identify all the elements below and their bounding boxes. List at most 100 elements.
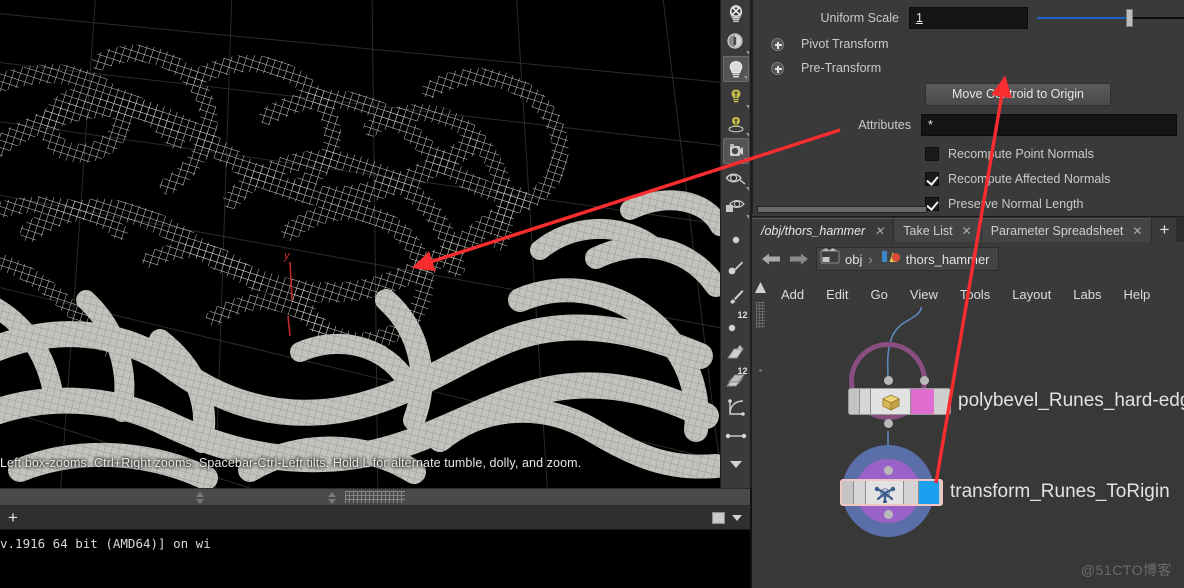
attributes-label: Attributes (858, 118, 911, 132)
node-label: transform_Runes_ToRigin (950, 481, 1170, 502)
recompute-point-normals-row[interactable]: Recompute Point Normals (753, 142, 1184, 166)
camera-tool-icon[interactable] (722, 138, 749, 164)
tab-obj-thors-hammer[interactable]: /obj/thors_hammer ✕ (752, 218, 894, 242)
visibility-icon[interactable] (722, 164, 750, 192)
tab-close-icon[interactable]: ✕ (1132, 224, 1142, 238)
recompute-point-normals-label: Recompute Point Normals (948, 147, 1094, 161)
menu-item-add[interactable]: Add (770, 283, 815, 305)
network-menu-bar[interactable]: Add Edit Go View Tools Layout Labs Help (770, 282, 1184, 306)
node-label: polybevel_Runes_hard-edg (958, 390, 1184, 411)
recompute-affected-normals-checkbox[interactable] (925, 172, 939, 186)
console-tab-bar[interactable]: + (0, 506, 750, 530)
viewport-splitter[interactable] (0, 488, 750, 506)
add-pane-tab-button[interactable]: + (1152, 218, 1177, 242)
multi-point-icon[interactable]: 12 (722, 310, 750, 338)
recompute-affected-normals-label: Recompute Affected Normals (948, 172, 1111, 186)
console-add-tab-button[interactable]: + (0, 507, 26, 529)
measure-tool-icon[interactable] (722, 422, 750, 450)
nav-back-icon[interactable] (760, 250, 782, 268)
view-tool-icon[interactable] (722, 56, 749, 82)
parameter-pane: Uniform Scale 1 Pivot Transform Pre-Tran… (752, 0, 1184, 214)
attributes-input[interactable]: * (921, 114, 1177, 136)
geometry-object-icon (879, 248, 901, 270)
node-second-input-port[interactable] (920, 376, 929, 385)
paint-tool-icon[interactable] (722, 254, 750, 282)
breadcrumb[interactable]: obj › thors_hammer (752, 242, 1184, 276)
tab-close-icon[interactable]: ✕ (874, 224, 884, 238)
select-tool-icon[interactable] (722, 0, 750, 28)
menu-item-help[interactable]: Help (1112, 283, 1161, 305)
watermark: @51CTO博客 (1080, 562, 1172, 578)
paste-tool-icon[interactable] (722, 338, 750, 366)
polybevel-box-icon (871, 389, 911, 414)
network-scroll-up-icon[interactable] (754, 280, 767, 296)
console-menu-caret-icon[interactable] (732, 514, 742, 521)
node-input-port[interactable] (884, 376, 893, 385)
houdini-window: y Left box-zooms. Ctrl+Right zooms. Spac… (0, 0, 1184, 588)
splitter-down-arrow-left[interactable] (196, 499, 204, 504)
console-tabbar-controls[interactable] (712, 511, 750, 524)
more-tools-icon[interactable] (722, 450, 750, 478)
breadcrumb-item-obj[interactable]: obj (845, 252, 862, 267)
splitter-grip[interactable] (345, 491, 405, 503)
scene-viewport[interactable]: y Left box-zooms. Ctrl+Right zooms. Spac… (0, 0, 720, 488)
point-snap-icon[interactable] (722, 226, 750, 254)
tab-parameter-spreadsheet[interactable]: Parameter Spreadsheet ✕ (981, 218, 1152, 242)
recompute-affected-normals-row[interactable]: Recompute Affected Normals (753, 167, 1184, 191)
obj-context-icon (820, 248, 840, 270)
pivot-transform-expand-icon[interactable] (770, 37, 784, 51)
node-input-port[interactable] (884, 466, 893, 475)
network-editor[interactable]: polybevel_Runes_hard-edg transform_Runes… (770, 307, 1184, 588)
light-tool-icon[interactable] (722, 82, 750, 110)
breadcrumb-item-thors-hammer[interactable]: thors_hammer (906, 252, 990, 267)
preserve-normal-length-label: Preserve Normal Length (948, 197, 1084, 211)
breadcrumb-path[interactable]: obj › thors_hammer (816, 247, 999, 271)
pivot-transform-row[interactable]: Pivot Transform (753, 32, 1184, 56)
uniform-scale-input[interactable]: 1 (908, 7, 1029, 29)
tab-close-icon[interactable]: ✕ (962, 224, 972, 238)
recompute-point-normals-checkbox[interactable] (925, 147, 939, 161)
menu-item-tools[interactable]: Tools (949, 283, 1001, 305)
move-centroid-to-origin-button[interactable]: Move Centroid to Origin (925, 82, 1111, 106)
object-light-icon[interactable] (722, 110, 750, 138)
menu-item-layout[interactable]: Layout (1001, 283, 1062, 305)
nav-forward-icon[interactable] (788, 250, 810, 268)
tab-label: /obj/thors_hammer (761, 223, 866, 238)
pane-tab-bar[interactable]: /obj/thors_hammer ✕ Take List ✕ Paramete… (752, 216, 1184, 242)
node-body[interactable] (848, 388, 951, 415)
node-output-port[interactable] (884, 419, 893, 428)
menu-item-go[interactable]: Go (860, 283, 899, 305)
ghost-visibility-icon[interactable] (722, 192, 750, 220)
splitter-up-arrow-right[interactable] (328, 492, 336, 497)
node-body[interactable] (840, 479, 943, 506)
uniform-scale-slider[interactable] (1037, 7, 1184, 29)
pre-transform-label: Pre-Transform (801, 61, 882, 75)
pivot-transform-label: Pivot Transform (801, 37, 889, 51)
tab-label: Take List (903, 223, 953, 238)
menu-item-view[interactable]: View (899, 283, 949, 305)
network-left-rail[interactable] (752, 276, 770, 588)
multi-prim-icon[interactable]: 12 (722, 366, 750, 394)
pre-transform-expand-icon[interactable] (770, 61, 784, 75)
parameter-pane-hscrollbar[interactable] (757, 206, 927, 213)
console-maximize-icon[interactable] (712, 511, 725, 524)
attributes-value: * (928, 118, 933, 132)
viewport-toolbar[interactable]: 12 12 (720, 0, 750, 488)
preserve-normal-length-checkbox[interactable] (925, 197, 939, 211)
pre-transform-row[interactable]: Pre-Transform (753, 56, 1184, 80)
curve-tool-icon[interactable] (722, 394, 750, 422)
attributes-row: Attributes * (753, 113, 1184, 137)
handle-tool-icon[interactable] (722, 28, 750, 56)
menu-item-labs[interactable]: Labs (1062, 283, 1112, 305)
rune-knotwork-mesh (0, 44, 720, 488)
splitter-up-arrow-left[interactable] (196, 492, 204, 497)
network-wires (886, 307, 923, 469)
splitter-down-arrow-right[interactable] (328, 499, 336, 504)
transform-axis-icon (866, 481, 904, 504)
tab-label: Parameter Spreadsheet (990, 223, 1124, 238)
node-output-port[interactable] (884, 510, 893, 519)
tab-take-list[interactable]: Take List ✕ (894, 218, 981, 242)
menu-item-edit[interactable]: Edit (815, 283, 859, 305)
network-rail-grip[interactable] (756, 302, 765, 328)
brush-tool-icon[interactable] (722, 282, 750, 310)
